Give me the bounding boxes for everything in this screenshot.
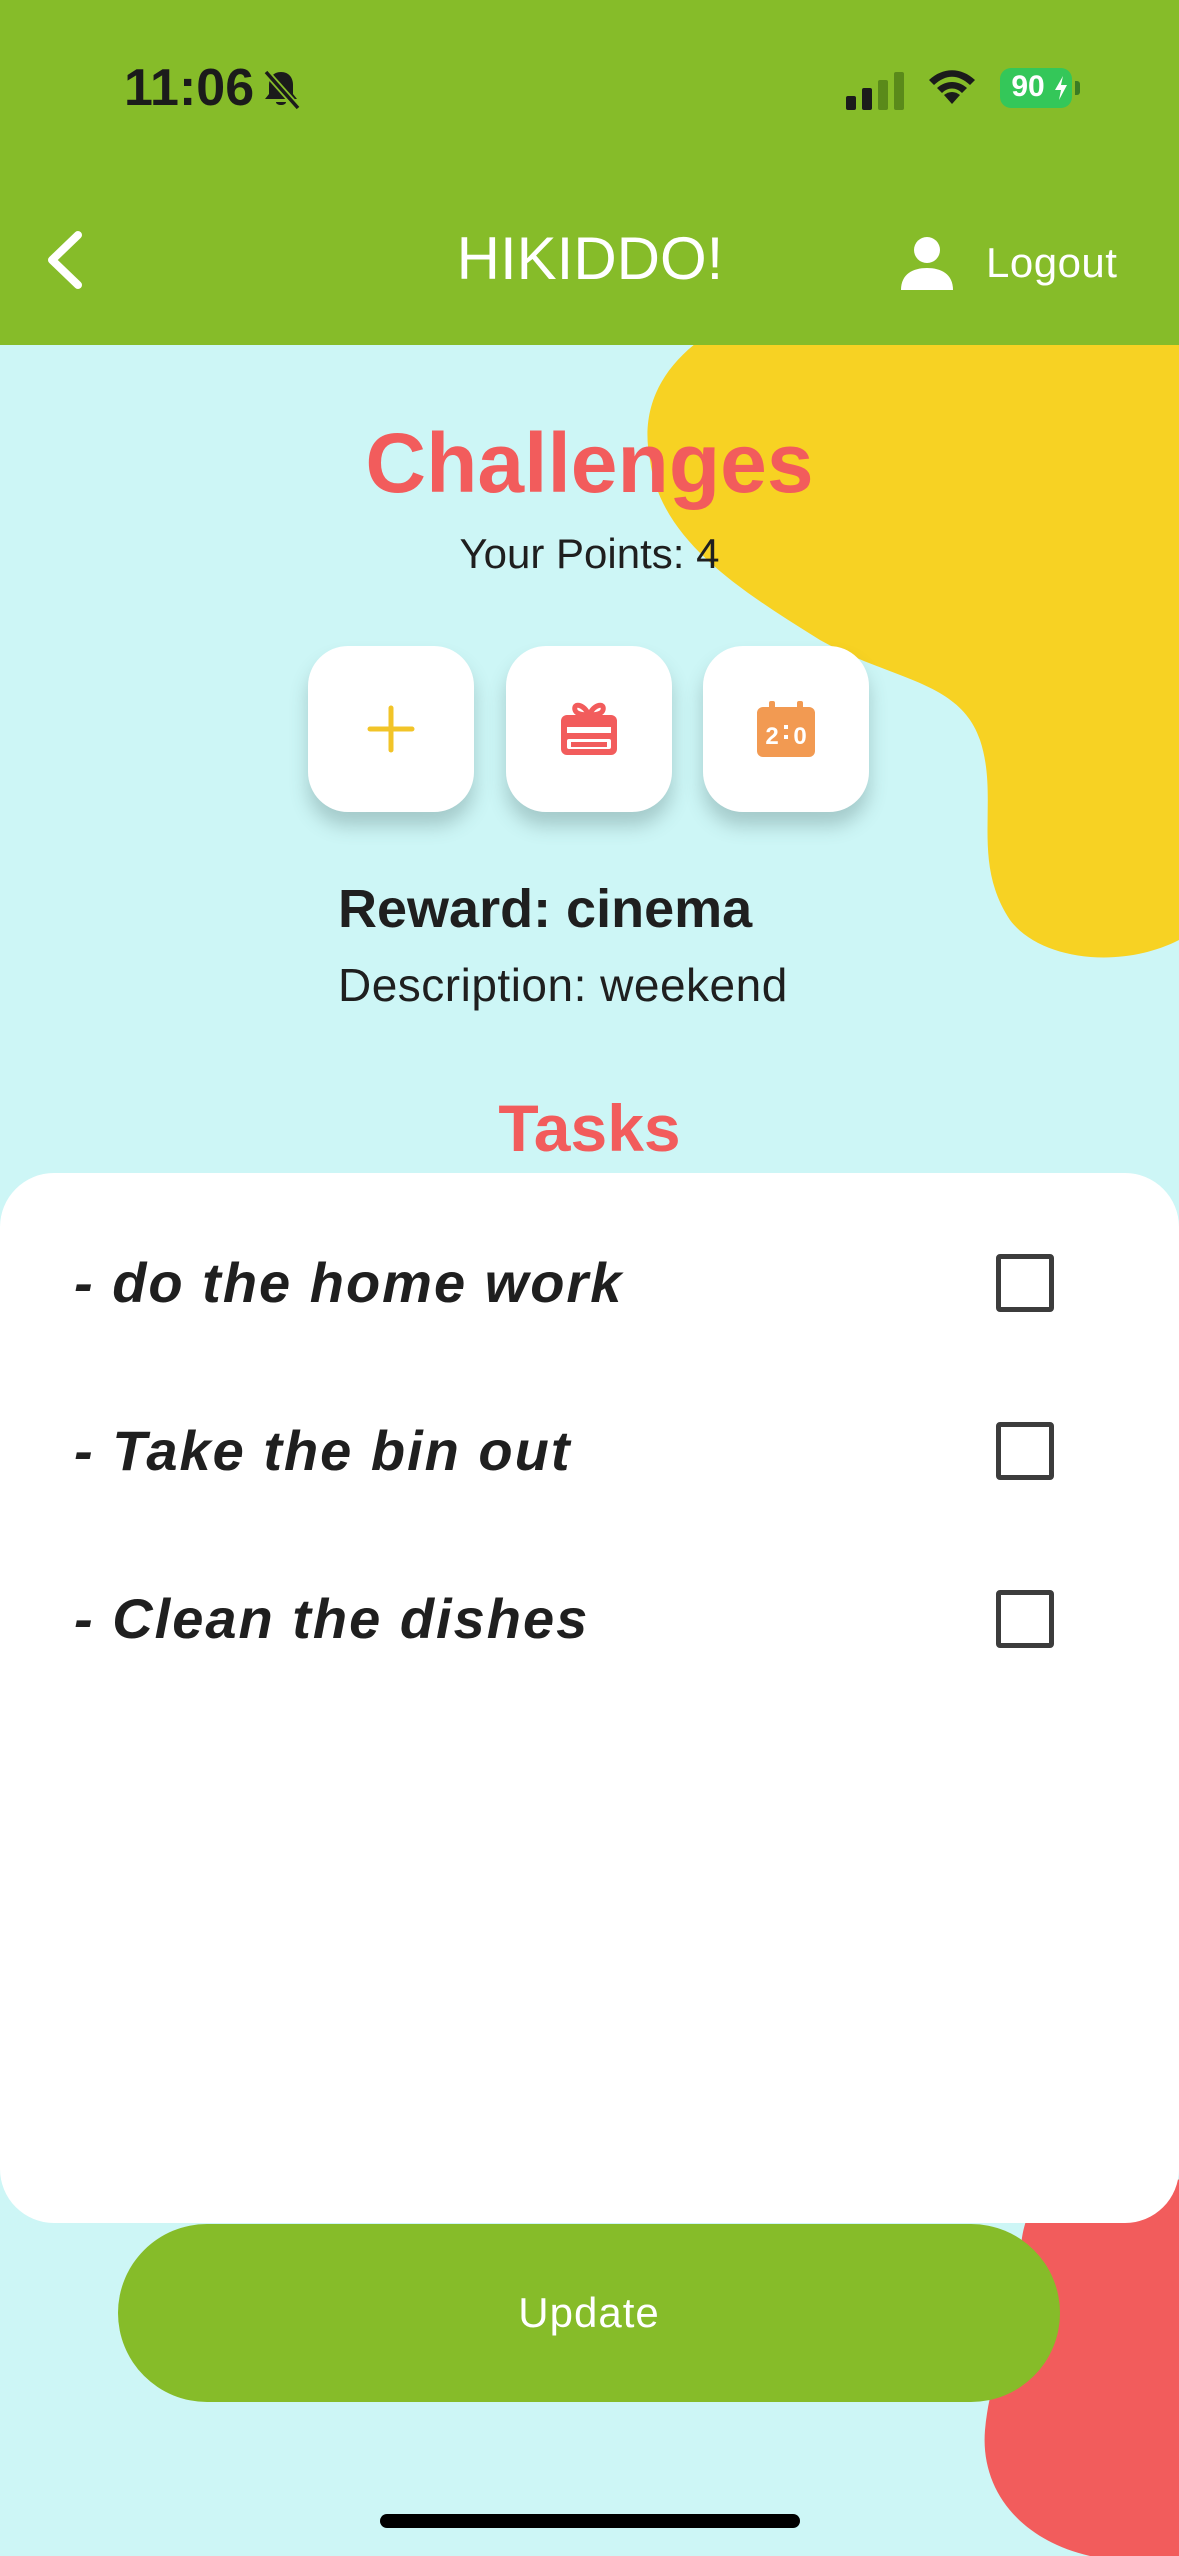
back-chevron-icon[interactable]	[40, 225, 100, 295]
battery-indicator: 90	[1000, 68, 1080, 108]
task-item: - Clean the dishes	[74, 1586, 1074, 1666]
svg-text:2: 2	[765, 723, 778, 750]
rewards-button[interactable]	[506, 646, 672, 812]
wifi-icon	[929, 70, 975, 104]
update-label: Update	[518, 2289, 660, 2336]
reward-description: Description: weekend	[338, 959, 788, 1011]
task-checkbox[interactable]	[996, 1254, 1054, 1312]
task-label: - Clean the dishes	[74, 1587, 590, 1650]
task-checkbox[interactable]	[996, 1422, 1054, 1480]
home-indicator[interactable]	[380, 2514, 800, 2528]
scoreboard-button[interactable]: 2 0	[703, 646, 869, 812]
logout-button[interactable]: Logout	[898, 228, 1117, 298]
bell-muted-icon	[263, 69, 301, 111]
add-button[interactable]	[308, 646, 474, 812]
app-screen: 11:06 90 HIKIDDO! Logout Challenges Your…	[0, 0, 1179, 2556]
scoreboard-icon: 2 0	[757, 701, 815, 757]
cellular-signal-icon	[846, 72, 904, 110]
update-button[interactable]: Update	[118, 2224, 1060, 2402]
app-title: HIKIDDO!	[456, 225, 724, 292]
person-icon	[901, 237, 953, 290]
task-label: - Take the bin out	[74, 1419, 572, 1482]
tasks-card: - do the home work - Take the bin out - …	[0, 1173, 1179, 2223]
task-checkbox[interactable]	[996, 1590, 1054, 1648]
task-item: - do the home work	[74, 1250, 1074, 1330]
charging-bolt-icon	[1055, 76, 1067, 100]
reward-title: Reward: cinema	[338, 879, 753, 939]
task-item: - Take the bin out	[74, 1418, 1074, 1498]
logout-label: Logout	[986, 239, 1118, 286]
gift-icon	[561, 702, 617, 755]
battery-level: 90	[1011, 70, 1045, 103]
page-title: Challenges	[365, 416, 814, 510]
status-bar: 11:06 90	[0, 0, 1179, 175]
svg-text:0: 0	[793, 723, 806, 750]
status-time: 11:06	[124, 59, 255, 117]
points-display: Your Points: 4	[459, 530, 720, 577]
tasks-heading: Tasks	[498, 1091, 681, 1165]
yellow-blob-decoration	[647, 300, 1179, 958]
plus-icon	[367, 705, 415, 753]
task-label: - do the home work	[74, 1251, 624, 1314]
